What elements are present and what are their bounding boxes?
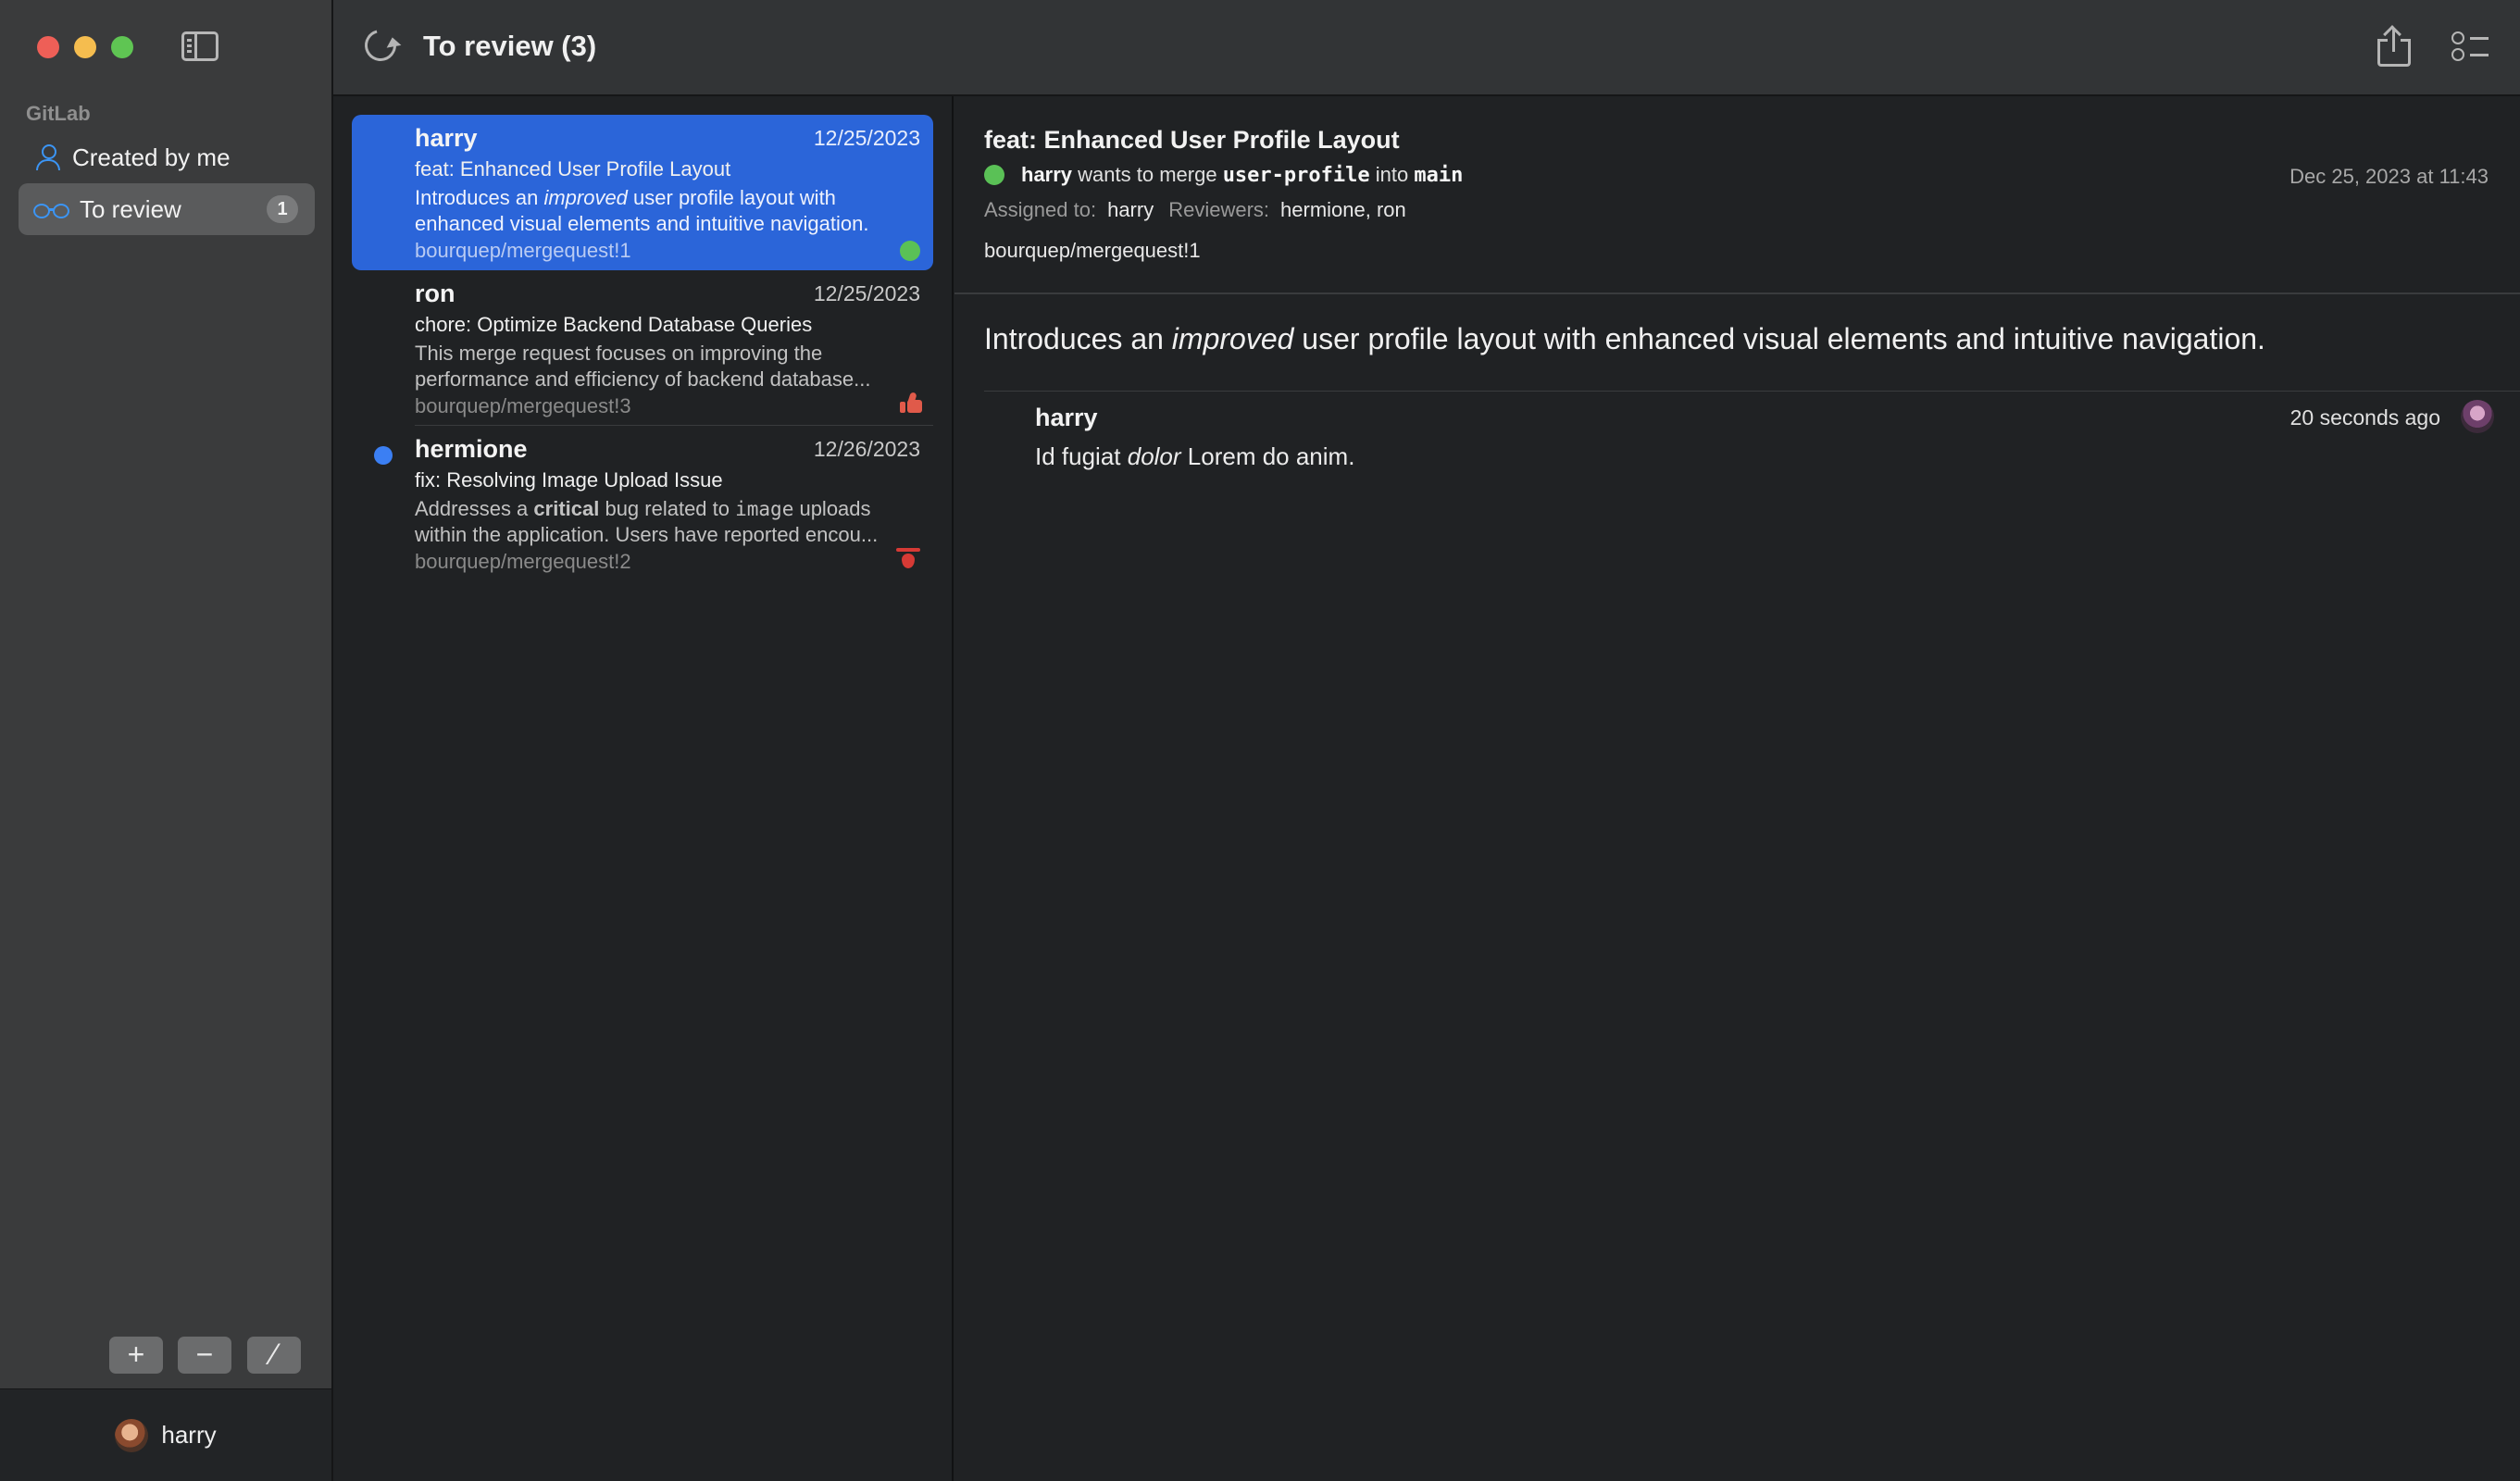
mr-date: 12/25/2023: [813, 281, 920, 305]
add-button[interactable]: +: [109, 1337, 163, 1374]
page-title: To review (3): [423, 30, 597, 62]
mr-author: harry: [415, 124, 478, 152]
mr-title: fix: Resolving Image Upload Issue: [415, 468, 723, 492]
source-branch: user-profile: [1222, 164, 1370, 187]
sidebar-section-label: GitLab: [26, 102, 91, 125]
refresh-icon[interactable]: [358, 23, 403, 68]
mr-date: 12/25/2023: [813, 126, 920, 150]
mr-description: Addresses a critical bug related to imag…: [415, 497, 879, 546]
account-username: harry: [161, 1421, 217, 1449]
sidebar-item-label: Created by me: [72, 143, 231, 171]
pipeline-success-indicator: [984, 165, 1004, 185]
sidebar-item-to-review[interactable]: To review 1: [19, 183, 315, 235]
mr-author: ron: [415, 280, 455, 307]
toolbar: To review (3): [333, 0, 2520, 96]
sidebar-item-label: To review: [80, 194, 181, 223]
mr-reference: bourquep/mergequest!2: [415, 550, 631, 573]
person-icon: [33, 143, 63, 172]
thumbs-up-icon: [900, 392, 922, 415]
sidebar-item-created-by-me[interactable]: Created by me: [19, 131, 315, 183]
merge-request-row[interactable]: ron 12/25/2023 chore: Optimize Backend D…: [352, 270, 933, 426]
edit-button[interactable]: ⁄: [247, 1337, 301, 1374]
zoom-window-button[interactable]: [111, 36, 133, 58]
remove-button[interactable]: −: [178, 1337, 231, 1374]
comment-author: harry: [1035, 404, 1098, 431]
merge-request-row[interactable]: harry 12/25/2023 feat: Enhanced User Pro…: [352, 115, 933, 270]
minimize-window-button[interactable]: [74, 36, 96, 58]
merge-request-list: harry 12/25/2023 feat: Enhanced User Pro…: [333, 96, 954, 1481]
mr-description: Introduces an improved user profile layo…: [415, 186, 869, 235]
comment-divider: [984, 391, 2520, 392]
detail-date: Dec 25, 2023 at 11:43: [2289, 165, 2489, 188]
avatar: [115, 1418, 149, 1452]
close-window-button[interactable]: [37, 36, 59, 58]
merge-request-row[interactable]: hermione 12/26/2023 fix: Resolving Image…: [352, 426, 933, 581]
merge-summary: harry wants to merge user-profile into m…: [1021, 163, 1464, 187]
count-badge: 1: [267, 195, 298, 223]
unread-indicator: [374, 446, 393, 465]
mr-title: feat: Enhanced User Profile Layout: [415, 157, 731, 180]
merge-request-detail: feat: Enhanced User Profile Layout harry…: [954, 96, 2520, 1481]
glasses-icon: [33, 194, 70, 224]
mr-reference: bourquep/mergequest!1: [415, 239, 631, 262]
detail-description: Introduces an improved user profile layo…: [984, 322, 2265, 355]
account-footer[interactable]: harry: [0, 1388, 331, 1481]
app-window: GitLab Created by me To review 1 + − ⁄ h…: [0, 0, 2520, 1481]
avatar: [2461, 400, 2494, 433]
checklist-icon[interactable]: [2451, 31, 2489, 63]
mr-description: This merge request focuses on improving …: [415, 342, 871, 391]
mr-reference: bourquep/mergequest!3: [415, 394, 631, 417]
detail-divider: [954, 292, 2520, 294]
pipeline-success-indicator: [900, 241, 920, 261]
mr-date: 12/26/2023: [813, 437, 920, 461]
sidebar-toggle-icon[interactable]: [181, 31, 218, 61]
tada-icon: [896, 546, 920, 570]
comment-body: Id fugiat dolor Lorem do anim.: [1035, 442, 1355, 470]
target-branch: main: [1414, 164, 1464, 187]
comment-time: 20 seconds ago: [2289, 405, 2440, 429]
sidebar: GitLab Created by me To review 1 + − ⁄ h…: [0, 0, 333, 1481]
detail-reference[interactable]: bourquep/mergequest!1: [984, 239, 1201, 263]
detail-title: feat: Enhanced User Profile Layout: [984, 126, 1400, 154]
mr-title: chore: Optimize Backend Database Queries: [415, 313, 813, 336]
assignment-info: Assigned to: harry Reviewers: hermione, ron: [984, 198, 1406, 221]
share-icon[interactable]: [2377, 25, 2411, 67]
mr-author: hermione: [415, 435, 528, 463]
